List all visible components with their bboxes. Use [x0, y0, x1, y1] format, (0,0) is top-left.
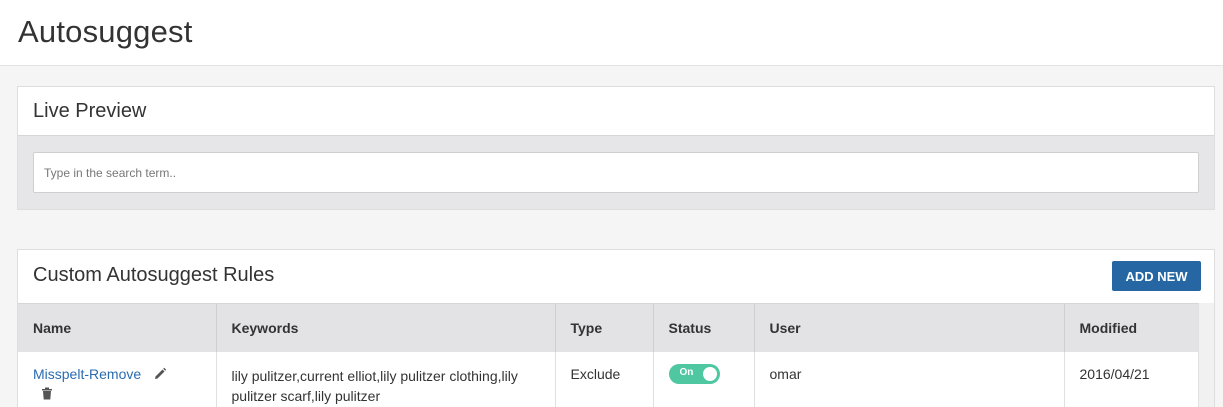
cell-user: omar: [754, 352, 1065, 407]
column-header-modified[interactable]: Modified: [1064, 304, 1202, 352]
column-header-keywords[interactable]: Keywords: [216, 304, 556, 352]
live-preview-panel: Live Preview: [17, 86, 1215, 210]
page-title: Autosuggest: [18, 14, 193, 49]
column-header-name[interactable]: Name: [18, 304, 217, 352]
table-scrollbar[interactable]: [1198, 303, 1214, 407]
rule-name-link[interactable]: Misspelt-Remove: [33, 366, 141, 382]
cell-type: Exclude: [555, 352, 654, 407]
column-header-status[interactable]: Status: [653, 304, 755, 352]
column-header-type[interactable]: Type: [555, 304, 654, 352]
cell-name: Misspelt-Remove: [18, 352, 217, 407]
search-input[interactable]: [33, 152, 1199, 193]
rules-title: Custom Autosuggest Rules: [33, 264, 275, 286]
live-preview-body: [18, 136, 1214, 209]
toggle-knob: [702, 367, 717, 381]
toggle-label: On: [679, 367, 694, 378]
trash-icon[interactable]: [41, 387, 201, 403]
live-preview-title: Live Preview: [33, 100, 147, 122]
rules-panel: Custom Autosuggest Rules ADD NEW Name Ke…: [17, 249, 1215, 407]
page-header: Autosuggest: [0, 0, 1223, 66]
column-header-user[interactable]: User: [754, 304, 1065, 352]
cell-keywords: lily pulitzer,current elliot,lily pulitz…: [216, 352, 556, 407]
live-preview-heading: Live Preview: [18, 87, 1214, 136]
table-header-row: Name Keywords Type Status User Modified: [18, 304, 1202, 352]
table-row: Misspelt-Remove lily pulitzer,current el…: [18, 352, 1202, 407]
status-toggle[interactable]: On: [668, 364, 720, 384]
cell-status: On: [653, 352, 755, 407]
cell-modified: 2016/04/21: [1064, 352, 1202, 407]
rules-heading: Custom Autosuggest Rules ADD NEW: [18, 250, 1214, 304]
add-new-button[interactable]: ADD NEW: [1112, 261, 1201, 291]
pencil-icon[interactable]: [153, 367, 167, 384]
rules-table: Name Keywords Type Status User Modified …: [18, 304, 1202, 407]
